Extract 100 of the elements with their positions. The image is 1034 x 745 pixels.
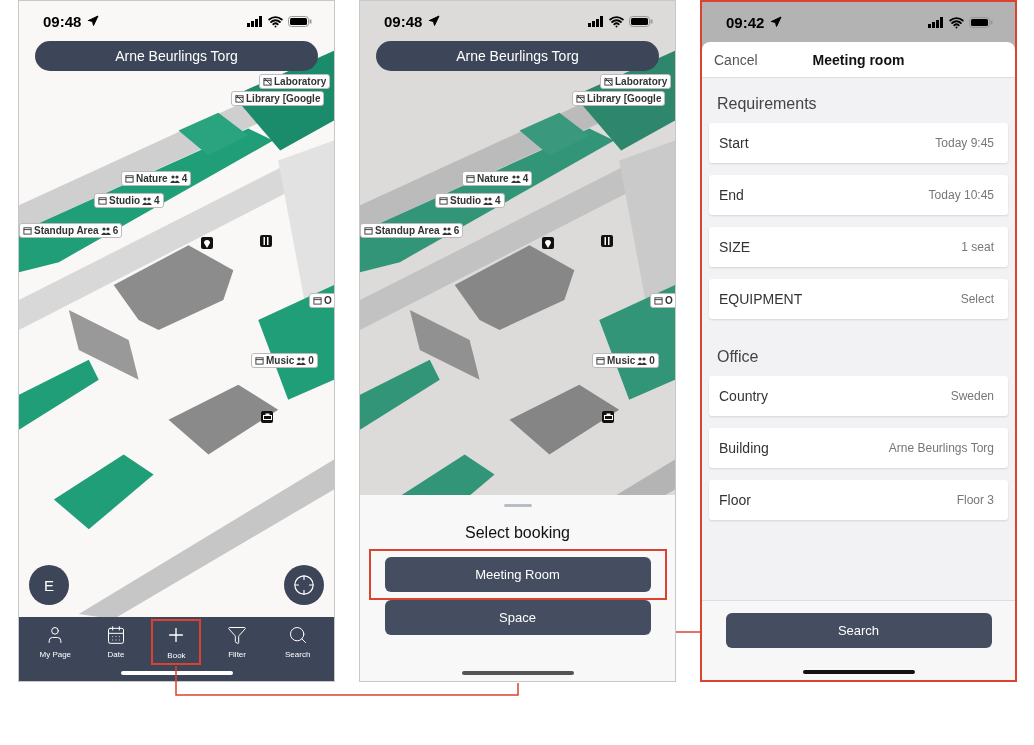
tab[interactable]: Book: [151, 619, 202, 665]
room-label[interactable]: Standup Area 6: [19, 223, 123, 238]
row-label: EQUIPMENT: [719, 291, 803, 307]
room-capacity: 6: [112, 225, 119, 236]
room-label[interactable]: Studio 4: [435, 193, 505, 208]
calendar-icon: [105, 625, 126, 645]
room-capacity: 4: [495, 195, 501, 206]
room-label[interactable]: Standup Area 6: [360, 223, 464, 238]
search-icon: [287, 625, 308, 645]
room-name: Studio: [450, 195, 482, 206]
room-label[interactable]: Nature 4: [121, 171, 192, 186]
form-row[interactable]: Building Arne Beurlings Torg: [709, 428, 1008, 468]
booking-option-button[interactable]: Meeting Room: [384, 557, 651, 592]
room-name: Music: [607, 355, 636, 366]
form-row[interactable]: Start Today 9:45: [709, 123, 1008, 163]
location-arrow-icon: [428, 15, 440, 27]
status-time: 09:48: [384, 12, 423, 30]
building-selector[interactable]: Arne Beurlings Torg: [35, 41, 318, 71]
row-label: End: [719, 187, 744, 203]
people-icon: [510, 174, 521, 183]
room-label[interactable]: Studio 4: [94, 193, 164, 208]
room-label[interactable]: O: [309, 293, 334, 308]
calendar-icon: [596, 356, 605, 365]
building-selector[interactable]: Arne Beurlings Torg: [376, 41, 659, 71]
form-row[interactable]: SIZE 1 seat: [709, 227, 1008, 267]
room-name: Nature: [136, 173, 168, 184]
room-capacity: 4: [154, 195, 160, 206]
location-arrow-icon: [770, 16, 782, 28]
calendar-icon: [466, 174, 475, 183]
calendar-icon: [364, 226, 373, 235]
row-value: 1 seat: [961, 240, 994, 254]
row-value: Sweden: [950, 389, 994, 403]
row-label: SIZE: [719, 239, 751, 255]
section-title: Requirements: [716, 94, 818, 114]
battery-icon: [288, 15, 312, 27]
tab[interactable]: Search: [272, 619, 323, 665]
room-label[interactable]: Library [Google: [231, 91, 325, 106]
signal-icon: [928, 16, 944, 28]
calendar-off-icon: [604, 77, 613, 86]
tab[interactable]: My Page: [30, 619, 81, 665]
printer-icon: [261, 411, 273, 423]
room-label[interactable]: Music 0: [251, 353, 318, 368]
row-label: Start: [719, 135, 749, 151]
room-label[interactable]: Laboratory: [600, 74, 672, 89]
room-capacity: 4: [522, 173, 529, 184]
room-name: Nature: [477, 173, 509, 184]
people-icon: [169, 174, 180, 183]
room-capacity: 6: [453, 225, 460, 236]
room-label[interactable]: O: [650, 293, 675, 308]
people-icon: [483, 196, 494, 205]
tab[interactable]: Date: [90, 619, 141, 665]
printer-icon: [602, 411, 614, 423]
tab[interactable]: Filter: [212, 619, 263, 665]
room-name: Library [Google: [246, 93, 321, 104]
calendar-off-icon: [263, 77, 272, 86]
form-row[interactable]: EQUIPMENT Select: [709, 279, 1008, 319]
room-label[interactable]: Nature 4: [462, 171, 533, 186]
crosshair-icon: [293, 574, 315, 596]
room-name: Standup Area: [34, 225, 99, 236]
status-time: 09:48: [43, 12, 82, 30]
status-time: 09:42: [726, 13, 765, 31]
room-name: Laboratory: [274, 76, 327, 87]
cancel-button[interactable]: Cancel: [714, 51, 758, 68]
row-label: Floor: [719, 492, 751, 508]
wifi-icon: [268, 13, 283, 29]
wifi-icon: [949, 14, 964, 30]
calendar-icon: [125, 174, 134, 183]
sheet-handle[interactable]: [503, 504, 532, 507]
room-name: Music: [266, 355, 295, 366]
booking-option-button[interactable]: Space: [384, 600, 651, 635]
calendar-icon: [313, 296, 322, 305]
row-label: Building: [719, 440, 769, 456]
room-capacity: 0: [308, 355, 314, 366]
room-label[interactable]: Laboratory: [259, 74, 331, 89]
screen-title: Meeting room: [812, 51, 905, 68]
room-label[interactable]: Library [Google: [572, 91, 666, 106]
row-label: Country: [719, 388, 769, 404]
calendar-off-icon: [235, 94, 244, 103]
filter-icon: [227, 625, 248, 645]
room-capacity: 4: [181, 173, 188, 184]
people-icon: [441, 226, 452, 235]
room-name: Standup Area: [375, 225, 440, 236]
form-row[interactable]: Floor Floor 3: [709, 480, 1008, 520]
row-value: Today 9:45: [935, 136, 994, 150]
battery-icon: [629, 15, 653, 27]
form-row[interactable]: End Today 10:45: [709, 175, 1008, 215]
people-icon: [637, 356, 648, 365]
people-icon: [100, 226, 111, 235]
calendar-icon: [439, 196, 448, 205]
room-label[interactable]: Music 0: [592, 353, 659, 368]
calendar-icon: [23, 226, 32, 235]
calendar-icon: [654, 296, 663, 305]
signal-icon: [588, 15, 604, 27]
row-value: Floor 3: [956, 493, 994, 507]
search-button[interactable]: Search: [725, 613, 992, 648]
form-row[interactable]: Country Sweden: [709, 376, 1008, 416]
row-value: Today 10:45: [928, 188, 994, 202]
sheet-title: Select booking: [465, 524, 570, 542]
wifi-icon: [609, 13, 624, 29]
calendar-icon: [98, 196, 107, 205]
